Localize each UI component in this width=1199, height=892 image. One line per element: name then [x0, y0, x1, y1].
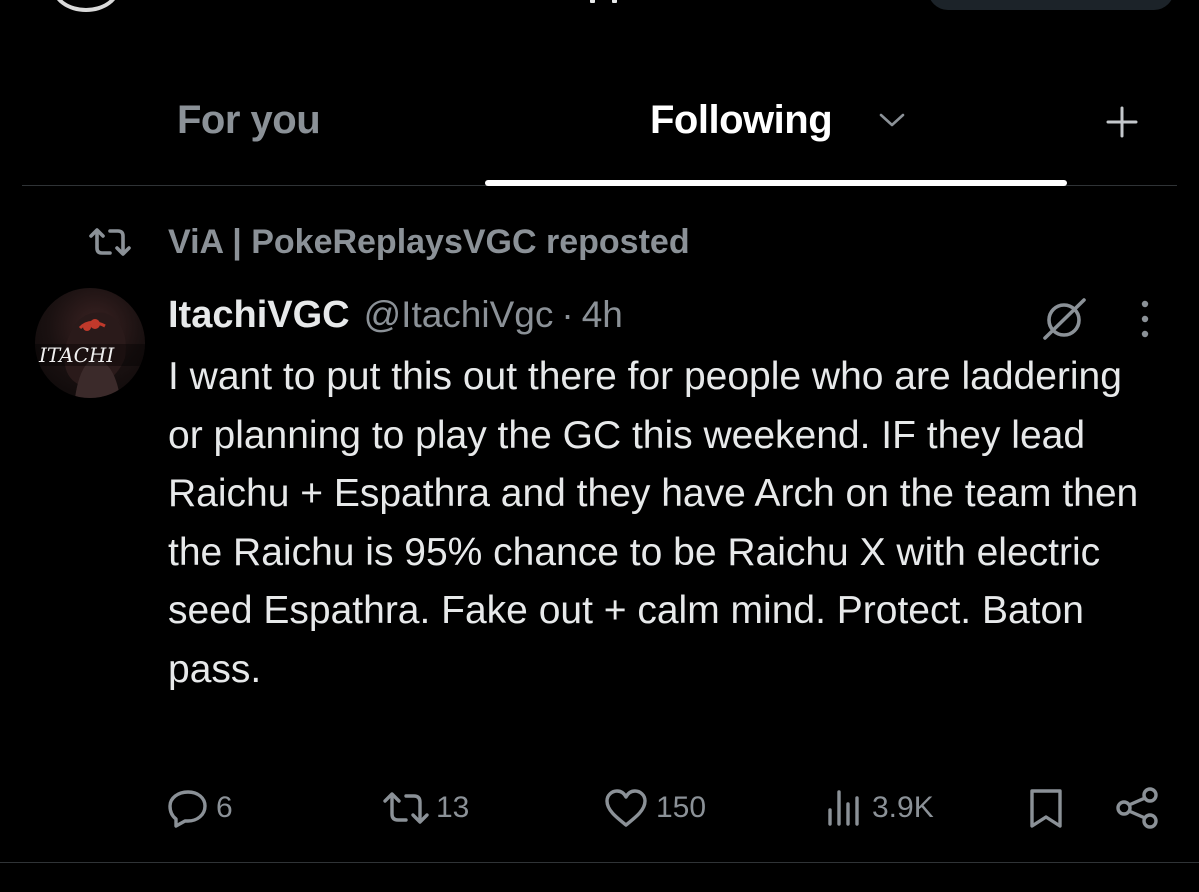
like-button[interactable]: 150 — [602, 786, 706, 830]
tab-for-you[interactable]: For you — [177, 98, 321, 143]
share-button[interactable] — [1114, 786, 1162, 830]
views-icon — [828, 790, 859, 826]
repost-label: ViA | PokeReplaysVGC reposted — [168, 222, 690, 261]
bookmark-icon — [1030, 789, 1062, 828]
display-name[interactable]: ItachiVGC — [168, 294, 350, 337]
reply-icon — [168, 790, 207, 828]
heart-icon — [605, 789, 647, 827]
grok-icon[interactable] — [1040, 296, 1088, 342]
tweet[interactable]: ViA | PokeReplaysVGC reposted ITACHI Ita… — [0, 186, 1199, 863]
bookmark-button[interactable] — [1026, 786, 1066, 830]
reply-count: 6 — [216, 791, 233, 824]
avatar[interactable]: ITACHI — [35, 288, 145, 398]
user-handle[interactable]: @ItachiVgc — [364, 294, 554, 336]
repost-icon — [383, 792, 429, 824]
app-logo — [590, 0, 618, 6]
more-vertical-icon[interactable] — [1130, 296, 1160, 342]
like-count: 150 — [656, 791, 707, 824]
repost-icon — [89, 228, 131, 256]
views-button[interactable]: 3.9K — [822, 786, 934, 830]
timeline-tabs: For you Following — [22, 80, 1177, 186]
reply-button[interactable]: 6 — [166, 786, 233, 830]
share-icon — [1116, 787, 1158, 829]
separator-dot: · — [561, 294, 574, 335]
profile-avatar-button[interactable] — [52, 0, 120, 12]
avatar-text: ITACHI — [38, 343, 115, 367]
tweet-time[interactable]: 4h — [582, 294, 623, 336]
tab-following[interactable]: Following — [485, 80, 1067, 186]
tab-following-label: Following — [650, 98, 833, 142]
chevron-down-icon[interactable] — [877, 110, 907, 130]
views-count: 3.9K — [872, 791, 934, 824]
repost-button[interactable]: 13 — [382, 786, 469, 830]
repost-count: 13 — [436, 791, 470, 824]
subscribe-button[interactable] — [928, 0, 1174, 10]
tweet-header: ItachiVGC @ItachiVgc · 4h — [168, 294, 623, 340]
tweet-text: I want to put this out there for people … — [168, 355, 1139, 691]
repost-context[interactable]: ViA | PokeReplaysVGC reposted — [88, 222, 690, 262]
plus-icon[interactable] — [1102, 102, 1142, 142]
